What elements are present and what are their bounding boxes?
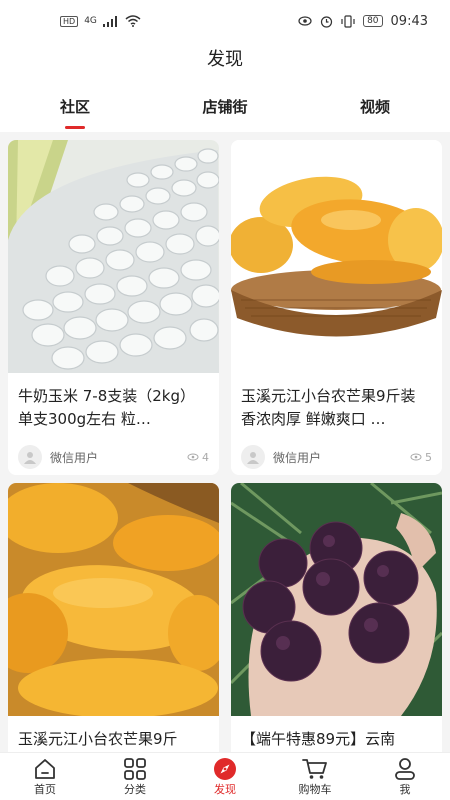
post-author: 微信用户 bbox=[50, 450, 99, 465]
nav-category[interactable]: 分类 bbox=[90, 753, 180, 800]
view-count: 4 bbox=[187, 451, 209, 464]
post-feed: 牛奶玉米 7-8支装（2kg）单支300g左右 粒… 微信用户 4 玉溪元江小台… bbox=[0, 132, 450, 752]
battery-indicator: 80 bbox=[363, 15, 383, 27]
view-count: 5 bbox=[410, 451, 432, 464]
post-title: 玉溪元江小台农芒果9斤装 香浓肉厚 鲜嫩爽口 … bbox=[241, 387, 416, 428]
nav-me[interactable]: 我 bbox=[360, 753, 450, 800]
post-title: 【端午特惠89元】云南 bbox=[241, 730, 396, 748]
status-bar-right: 80 09:43 bbox=[298, 14, 428, 29]
tab-video[interactable]: 视频 bbox=[300, 82, 450, 132]
post-image-mangoes-in-basket bbox=[231, 140, 442, 373]
wifi-icon bbox=[125, 15, 141, 27]
eye-icon bbox=[187, 453, 199, 461]
signal-icon bbox=[102, 15, 117, 27]
nav-me-label: 我 bbox=[399, 783, 411, 796]
tab-shop-street-label: 店铺街 bbox=[202, 98, 248, 116]
cart-icon bbox=[302, 759, 327, 779]
post-image-mangoes-pile bbox=[8, 483, 219, 718]
nav-discover-label: 发现 bbox=[214, 783, 236, 796]
alarm-icon bbox=[320, 15, 333, 28]
status-bar: HD 4G 80 09:43 bbox=[0, 0, 450, 42]
eye-icon bbox=[298, 16, 312, 26]
post-footer: 微信用户 4 bbox=[8, 433, 219, 469]
post-card[interactable]: 牛奶玉米 7-8支装（2kg）单支300g左右 粒… 微信用户 4 bbox=[8, 140, 219, 475]
user-avatar-icon bbox=[24, 452, 36, 464]
post-author: 微信用户 bbox=[273, 450, 322, 465]
view-count-value: 5 bbox=[425, 450, 432, 464]
vibrate-icon bbox=[341, 14, 355, 28]
user-icon bbox=[395, 758, 415, 780]
view-count-value: 4 bbox=[202, 450, 209, 464]
home-icon bbox=[35, 759, 55, 779]
page-title: 发现 bbox=[0, 42, 450, 82]
tab-video-label: 视频 bbox=[359, 98, 390, 116]
post-image-white-corn bbox=[8, 140, 219, 373]
nav-home[interactable]: 首页 bbox=[0, 753, 90, 800]
active-tab-indicator bbox=[65, 126, 85, 129]
post-card[interactable]: 玉溪元江小台农芒果9斤装 香浓肉厚 鲜嫩爽口 … 微信用户 5 bbox=[231, 140, 442, 475]
discover-icon bbox=[214, 758, 236, 780]
post-image-bayberries-in-hand bbox=[231, 483, 442, 716]
avatar bbox=[18, 445, 42, 469]
status-bar-left: HD 4G bbox=[60, 15, 141, 27]
tab-community-label: 社区 bbox=[59, 98, 90, 116]
nav-discover[interactable]: 发现 bbox=[180, 753, 270, 800]
bottom-nav: 首页 分类 发现 购物车 我 bbox=[0, 752, 450, 800]
post-footer: 微信用户 5 bbox=[231, 433, 442, 469]
nav-cart[interactable]: 购物车 bbox=[270, 753, 360, 800]
nav-category-label: 分类 bbox=[124, 783, 146, 796]
tab-bar: 社区 店铺街 视频 bbox=[0, 82, 450, 132]
post-card[interactable]: 【端午特惠89元】云南 bbox=[231, 483, 442, 752]
tab-shop-street[interactable]: 店铺街 bbox=[150, 82, 300, 132]
category-icon bbox=[124, 758, 146, 780]
signal-label: 4G bbox=[84, 16, 97, 26]
eye-icon bbox=[410, 453, 422, 461]
hd-badge: HD bbox=[60, 15, 79, 27]
nav-home-label: 首页 bbox=[34, 783, 56, 796]
nav-cart-label: 购物车 bbox=[298, 783, 332, 796]
post-title: 牛奶玉米 7-8支装（2kg）单支300g左右 粒… bbox=[18, 387, 196, 428]
avatar bbox=[241, 445, 265, 469]
tab-community[interactable]: 社区 bbox=[0, 82, 150, 132]
post-title: 玉溪元江小台农芒果9斤 bbox=[18, 730, 178, 748]
clock: 09:43 bbox=[390, 13, 428, 29]
user-avatar-icon bbox=[247, 452, 259, 464]
post-card[interactable]: 玉溪元江小台农芒果9斤 bbox=[8, 483, 219, 752]
